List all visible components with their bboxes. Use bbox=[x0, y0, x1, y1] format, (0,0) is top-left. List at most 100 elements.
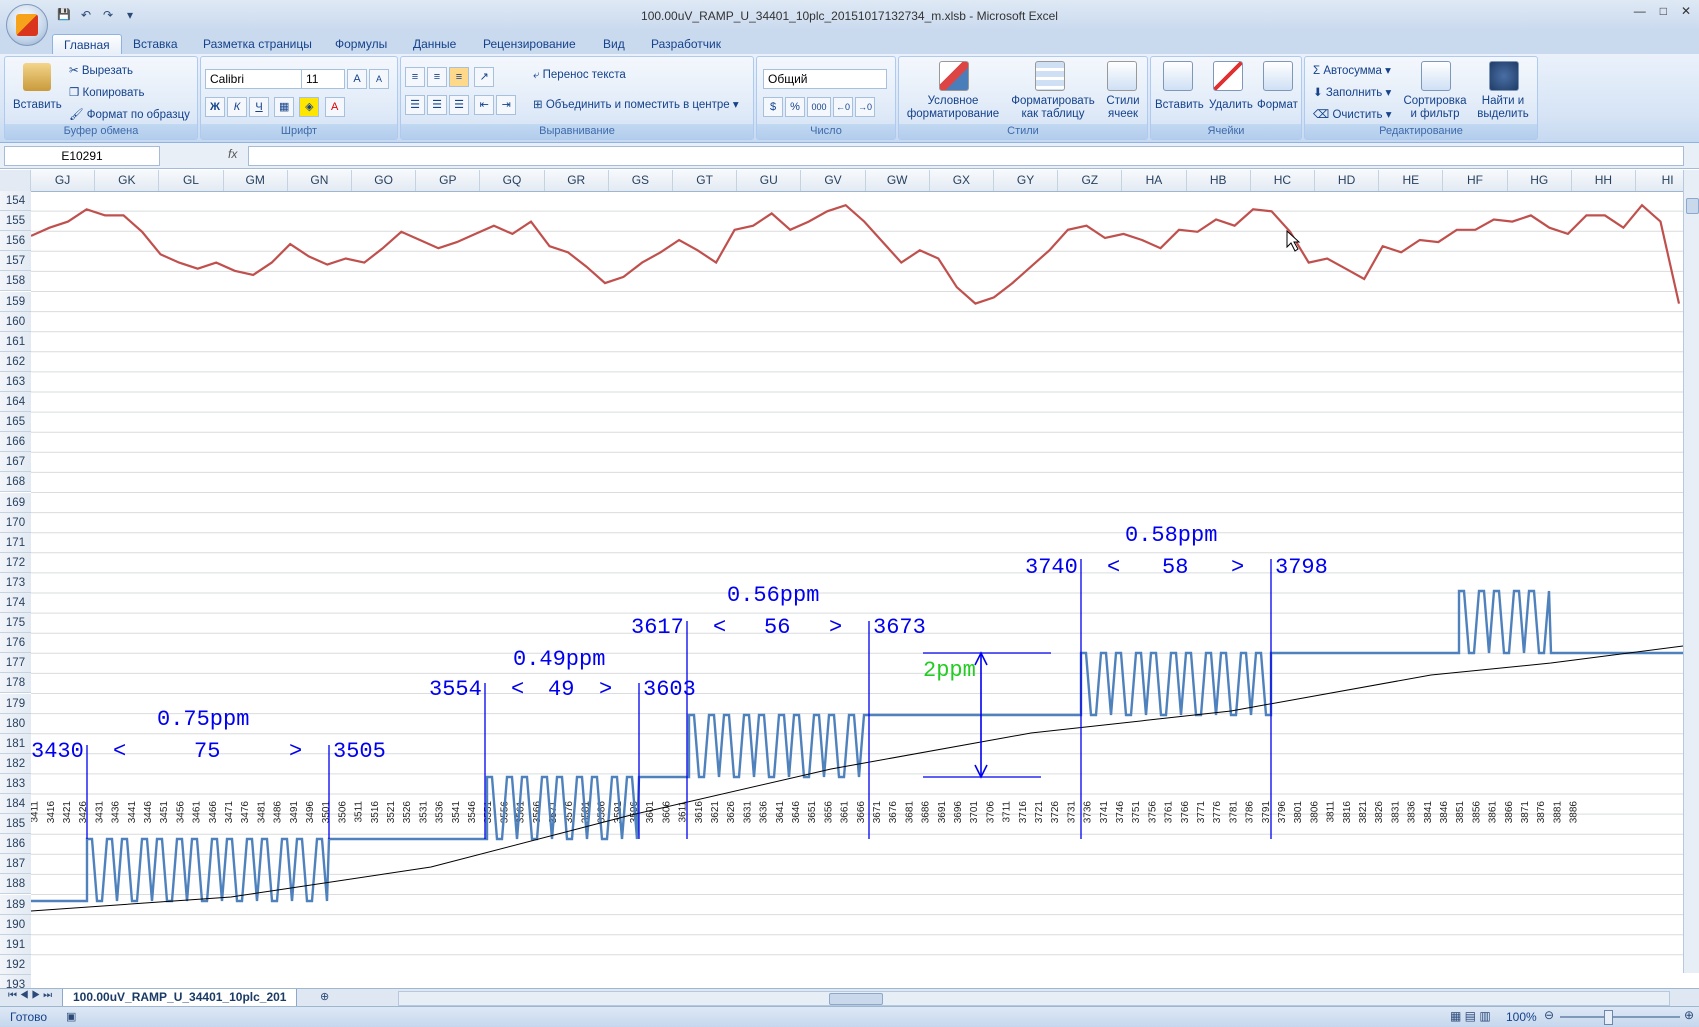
increase-indent-icon[interactable]: ⇥ bbox=[496, 95, 517, 115]
zoom-slider-thumb[interactable] bbox=[1604, 1010, 1613, 1025]
column-header[interactable]: HG bbox=[1508, 170, 1572, 191]
row-header[interactable]: 157 bbox=[0, 251, 31, 272]
paste-button[interactable]: Вставить bbox=[13, 99, 62, 111]
insert-cells-icon[interactable] bbox=[1163, 61, 1193, 91]
column-header[interactable]: GP bbox=[416, 170, 481, 191]
row-header[interactable]: 159 bbox=[0, 291, 31, 312]
underline-button[interactable]: Ч bbox=[249, 97, 269, 117]
currency-icon[interactable]: $ bbox=[763, 97, 783, 117]
row-header[interactable]: 178 bbox=[0, 673, 31, 694]
tab-home[interactable]: Главная bbox=[52, 34, 122, 55]
column-header[interactable]: HD bbox=[1315, 170, 1380, 191]
row-header[interactable]: 186 bbox=[0, 834, 31, 855]
font-name-combo[interactable]: Calibri bbox=[205, 69, 303, 89]
cut-button[interactable]: ✂ Вырезать bbox=[69, 63, 133, 77]
format-painter-button[interactable]: 🖌 Формат по образцу bbox=[69, 107, 190, 121]
row-header[interactable]: 189 bbox=[0, 894, 31, 915]
zoom-slider[interactable] bbox=[1560, 1016, 1680, 1018]
find-select-icon[interactable] bbox=[1489, 61, 1519, 91]
macro-record-icon[interactable]: ▣ bbox=[66, 1010, 76, 1023]
column-header[interactable]: GZ bbox=[1058, 170, 1123, 191]
column-header[interactable]: GU bbox=[737, 170, 802, 191]
font-shrink-button[interactable]: A bbox=[369, 69, 389, 89]
row-header[interactable]: 171 bbox=[0, 532, 31, 553]
autosum-button[interactable]: Σ Автосумма ▾ bbox=[1313, 63, 1391, 77]
row-header[interactable]: 183 bbox=[0, 773, 31, 794]
worksheet-grid[interactable]: 3411 3416 3421 3426 3431 3436 3441 3446 3451 3456… bbox=[31, 191, 1683, 973]
cell-styles-icon[interactable] bbox=[1107, 61, 1137, 91]
align-center-icon[interactable]: ☰ bbox=[427, 95, 447, 115]
font-grow-button[interactable]: A bbox=[347, 69, 367, 89]
delete-cells-icon[interactable] bbox=[1213, 61, 1243, 91]
tab-formulas[interactable]: Формулы bbox=[324, 34, 398, 54]
row-header[interactable]: 169 bbox=[0, 492, 31, 513]
maximize-button[interactable]: □ bbox=[1660, 4, 1667, 18]
row-header[interactable]: 160 bbox=[0, 311, 31, 332]
insert-function-icon[interactable]: fx bbox=[228, 147, 237, 161]
row-header[interactable]: 162 bbox=[0, 351, 31, 372]
row-header[interactable]: 190 bbox=[0, 914, 31, 935]
increase-decimal-icon[interactable]: ←0 bbox=[833, 97, 853, 117]
copy-button[interactable]: ❐ Копировать bbox=[69, 85, 144, 99]
horizontal-scrollbar[interactable] bbox=[398, 991, 1670, 1006]
font-color-icon[interactable]: A bbox=[324, 97, 345, 117]
decrease-indent-icon[interactable]: ⇤ bbox=[474, 95, 495, 115]
fill-button[interactable]: ⬇ Заполнить ▾ bbox=[1313, 85, 1391, 99]
row-header[interactable]: 158 bbox=[0, 271, 31, 292]
column-header[interactable]: HF bbox=[1443, 170, 1508, 191]
conditional-formatting-button[interactable]: Условное форматирование bbox=[903, 95, 1003, 121]
align-right-icon[interactable]: ☰ bbox=[449, 95, 469, 115]
column-header[interactable]: GS bbox=[609, 170, 673, 191]
format-cells-icon[interactable] bbox=[1263, 61, 1293, 91]
close-button[interactable]: ✕ bbox=[1681, 4, 1691, 18]
column-header[interactable]: GK bbox=[95, 170, 160, 191]
vertical-scrollbar[interactable] bbox=[1683, 170, 1699, 973]
row-header[interactable]: 179 bbox=[0, 693, 31, 714]
cell-styles-button[interactable]: Стили ячеек bbox=[1101, 95, 1145, 121]
column-header[interactable]: HC bbox=[1251, 170, 1315, 191]
delete-cells-button[interactable]: Удалить bbox=[1209, 99, 1253, 111]
sort-filter-button[interactable]: Сортировка и фильтр bbox=[1399, 95, 1471, 121]
row-header[interactable]: 177 bbox=[0, 653, 31, 674]
tab-review[interactable]: Рецензирование bbox=[472, 34, 587, 54]
align-top-icon[interactable]: ≡ bbox=[405, 67, 425, 87]
select-all-button[interactable] bbox=[0, 170, 31, 191]
tab-page-layout[interactable]: Разметка страницы bbox=[192, 34, 323, 54]
tab-developer[interactable]: Разработчик bbox=[640, 34, 732, 54]
percent-button[interactable]: % bbox=[785, 97, 805, 117]
column-header[interactable]: GX bbox=[930, 170, 994, 191]
row-header[interactable]: 156 bbox=[0, 231, 31, 252]
row-header[interactable]: 168 bbox=[0, 472, 31, 493]
merge-center-button[interactable]: ⊞ Объединить и поместить в центре ▾ bbox=[533, 97, 739, 111]
column-header[interactable]: GR bbox=[545, 170, 609, 191]
row-header[interactable]: 161 bbox=[0, 331, 31, 352]
insert-cells-button[interactable]: Вставить bbox=[1155, 99, 1204, 111]
format-cells-button[interactable]: Формат bbox=[1257, 99, 1298, 111]
column-header[interactable]: GJ bbox=[31, 170, 96, 191]
row-header[interactable]: 188 bbox=[0, 874, 31, 895]
column-header[interactable]: HA bbox=[1122, 170, 1187, 191]
thousands-button[interactable]: 000 bbox=[807, 97, 831, 117]
row-header[interactable]: 176 bbox=[0, 633, 31, 654]
align-bottom-icon[interactable]: ≡ bbox=[449, 67, 469, 87]
zoom-level[interactable]: 100% bbox=[1506, 1010, 1537, 1024]
row-header[interactable]: 185 bbox=[0, 814, 31, 835]
view-buttons[interactable]: ▦ ▤ ▥ bbox=[1450, 1009, 1491, 1023]
row-header[interactable]: 175 bbox=[0, 613, 31, 634]
row-header[interactable]: 165 bbox=[0, 412, 31, 433]
sheet-nav-icons[interactable]: ⏮ ◀ ▶ ⏭ bbox=[8, 990, 52, 1001]
horizontal-scroll-thumb[interactable] bbox=[829, 993, 883, 1005]
borders-icon[interactable]: ▦ bbox=[274, 97, 295, 117]
number-format-combo[interactable]: Общий bbox=[763, 69, 887, 89]
align-left-icon[interactable]: ☰ bbox=[405, 95, 425, 115]
column-header[interactable]: HH bbox=[1572, 170, 1636, 191]
zoom-out-icon[interactable]: ⊖ bbox=[1544, 1008, 1554, 1022]
insert-sheet-icon[interactable]: ⊕ bbox=[320, 990, 329, 1003]
format-as-table-button[interactable]: Форматировать как таблицу bbox=[1005, 95, 1101, 121]
row-header[interactable]: 192 bbox=[0, 954, 31, 975]
column-header[interactable]: GN bbox=[288, 170, 352, 191]
column-header[interactable]: HB bbox=[1187, 170, 1251, 191]
column-header[interactable]: GO bbox=[352, 170, 417, 191]
row-header[interactable]: 191 bbox=[0, 934, 31, 955]
column-header[interactable]: GM bbox=[224, 170, 288, 191]
